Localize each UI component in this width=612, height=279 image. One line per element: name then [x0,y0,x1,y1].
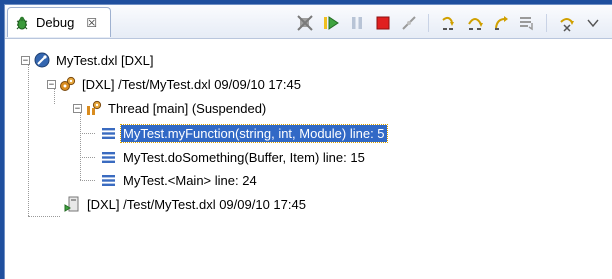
tree-guide [28,216,60,217]
collapse-toggle[interactable]: − [73,103,82,113]
bug-icon [14,15,30,31]
debug-toolbar [295,12,602,34]
tab-debug-label: Debug [36,15,75,30]
debug-tree: − MyTest.dxl [DXL] − [DXL] /Test/MyTest.… [5,39,612,279]
use-step-filters-icon[interactable] [557,14,576,33]
stack-frame-icon [100,149,117,166]
tab-debug[interactable]: Debug ☒ [7,7,111,37]
stack-frame-label: MyTest.<Main> line: 24 [123,172,257,188]
resume-icon[interactable] [321,14,340,33]
step-into-icon[interactable] [439,14,458,33]
tree-guide [80,108,81,180]
view-menu-icon[interactable] [583,14,602,33]
tree-guide [80,157,95,158]
debug-view: Debug ☒ − MyTest.dxl [DXL] − [DXL] /Test… [4,4,612,279]
toolbar-separator [546,14,547,32]
close-icon[interactable]: ☒ [86,16,97,30]
step-return-icon[interactable] [491,14,510,33]
stack-frame[interactable]: MyTest.doSomething(Buffer, Item) line: 1… [97,147,367,167]
toolbar-separator [428,14,429,32]
tree-guide [28,64,29,216]
stack-frame-icon [100,125,117,142]
stack-frame[interactable]: MyTest.myFunction(string, int, Module) l… [97,123,388,143]
launch-icon [33,52,50,69]
stack-frame-label: MyTest.myFunction(string, int, Module) l… [120,123,388,143]
suspended-thread-icon [85,100,102,117]
process-icon [64,196,81,213]
collapse-toggle[interactable]: − [21,55,30,65]
tree-item-thread[interactable]: − Thread [main] (Suspended) [73,98,268,118]
tree-item-debug-target[interactable]: − [DXL] /Test/MyTest.dxl 09/09/10 17:45 [47,74,303,94]
remove-terminated-icon[interactable] [295,14,314,33]
stack-frame-icon [100,172,117,189]
step-over-icon[interactable] [465,14,484,33]
tree-item-launch[interactable]: − MyTest.dxl [DXL] [21,50,156,70]
terminate-icon[interactable] [373,14,392,33]
tree-item-label: Thread [main] (Suspended) [108,100,267,116]
view-tab-bar: Debug ☒ [5,5,612,39]
drop-to-frame-icon[interactable] [517,14,536,33]
tree-guide [80,133,95,134]
tree-item-label: MyTest.dxl [DXL] [56,52,154,68]
tree-item-label: [DXL] /Test/MyTest.dxl 09/09/10 17:45 [87,196,306,212]
disconnect-icon[interactable] [399,14,418,33]
tree-guide [80,180,95,181]
tree-item-process[interactable]: [DXL] /Test/MyTest.dxl 09/09/10 17:45 [61,194,308,214]
stack-frame[interactable]: MyTest.<Main> line: 24 [97,170,259,190]
collapse-toggle[interactable]: − [47,79,56,89]
suspend-icon[interactable] [347,14,366,33]
tree-item-label: [DXL] /Test/MyTest.dxl 09/09/10 17:45 [82,76,301,92]
stack-frame-label: MyTest.doSomething(Buffer, Item) line: 1… [123,149,365,165]
debug-target-icon [59,76,76,93]
